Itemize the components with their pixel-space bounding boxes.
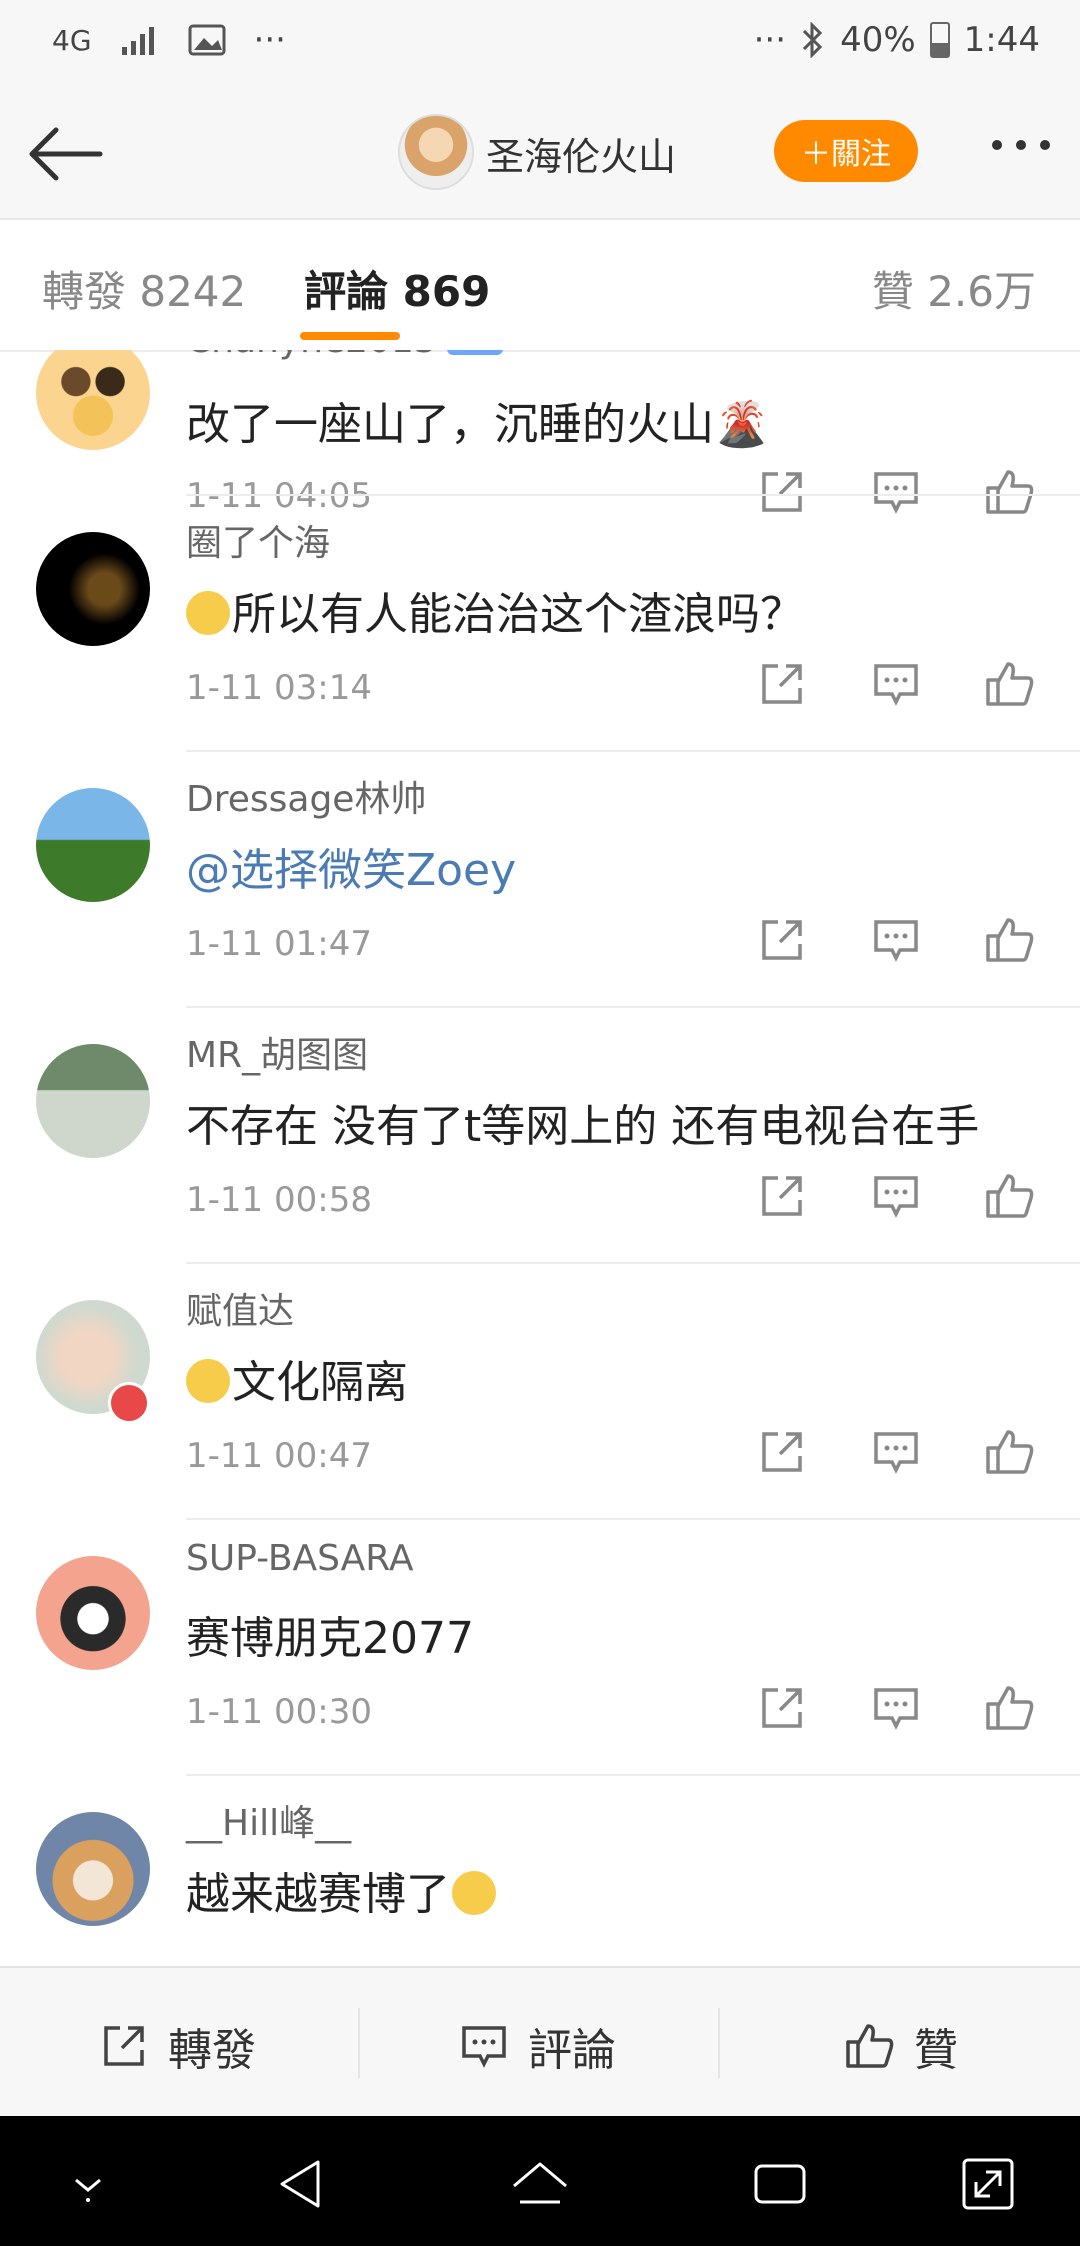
more-options-button[interactable] [992, 140, 1050, 150]
bottom-action-bar: 轉發 評論 贊 [0, 1966, 1080, 2118]
commenter-name[interactable]: SUP-BASARA [186, 1538, 413, 1579]
hide-keyboard-icon[interactable] [56, 2152, 120, 2216]
comment-list[interactable]: Chanyhe2013 改了一座山了，沉睡的火山🌋 1-11 04:05 圈了个… [0, 350, 1080, 1966]
tab-reposts[interactable]: 轉發 8242 [42, 258, 246, 319]
like-icon [846, 2024, 894, 2068]
home-nav-icon[interactable] [508, 2152, 572, 2216]
repost-icon [104, 2026, 144, 2066]
repost-icon[interactable] [756, 914, 808, 966]
repost-icon[interactable] [756, 1426, 808, 1478]
comment-time: 1-11 00:30 [186, 1692, 372, 1732]
commenter-avatar[interactable] [36, 788, 150, 902]
like-label: 贊 [914, 2025, 958, 2076]
tab-bar: 轉發 8242 評論 869 贊 2.6万 [0, 220, 1080, 352]
comment-text: 改了一座山了，沉睡的火山🌋 [186, 399, 769, 450]
repost-icon[interactable] [756, 1170, 808, 1222]
glasses-emoji-icon [452, 1871, 496, 1915]
vip-badge [446, 350, 503, 355]
commenter-avatar[interactable] [36, 1044, 150, 1158]
like-button[interactable]: 贊 [844, 2014, 958, 2078]
comment-text: 越来越赛博了 [186, 1858, 498, 1922]
thinking-emoji-icon [186, 1359, 230, 1403]
account-title[interactable]: 圣海伦火山 [486, 126, 676, 181]
separator [718, 2008, 720, 2078]
like-icon[interactable] [984, 1426, 1036, 1478]
verified-badge [108, 1382, 150, 1424]
battery-icon [929, 22, 950, 58]
back-nav-icon[interactable] [270, 2152, 334, 2216]
commenter-name[interactable]: 赋值达 [186, 1282, 294, 1334]
more-dot-icon [992, 140, 1002, 150]
comment-icon [462, 2026, 506, 2068]
repost-icon[interactable] [756, 1682, 808, 1734]
signal-icon [121, 27, 154, 55]
comment-time: 1-11 03:14 [186, 668, 372, 708]
recent-apps-icon[interactable] [748, 2152, 812, 2216]
follow-button[interactable]: ＋關注 [774, 120, 918, 182]
reply-icon[interactable] [870, 1426, 922, 1478]
doge-emoji-icon [186, 591, 230, 635]
back-button[interactable] [26, 118, 106, 190]
commenter-name[interactable]: Chanyhe2013 [186, 350, 503, 361]
system-nav-bar [0, 2116, 1080, 2246]
commenter-name[interactable]: 圈了个海 [186, 514, 330, 566]
commenter-avatar[interactable] [36, 350, 150, 450]
reply-icon[interactable] [870, 914, 922, 966]
comment-label: 評論 [528, 2025, 616, 2076]
top-nav: 圣海伦火山 ＋關注 [0, 90, 1080, 220]
commenter-avatar[interactable] [36, 1556, 150, 1670]
network-indicator: 4G [52, 23, 92, 57]
gallery-icon [188, 24, 226, 56]
more-dot-icon [1040, 140, 1050, 150]
status-bar: 4G ··· ··· 40% 1:44 [0, 0, 1080, 90]
repost-icon[interactable] [756, 658, 808, 710]
like-icon[interactable] [984, 658, 1036, 710]
comment-item: 圈了个海 所以有人能治治这个渣浪吗？ 1-11 03:14 [0, 496, 1080, 752]
reply-icon[interactable] [870, 1170, 922, 1222]
commenter-avatar[interactable] [36, 1812, 150, 1926]
comment-text: 所以有人能治治这个渣浪吗？ [186, 578, 804, 642]
expand-icon[interactable] [956, 2152, 1020, 2216]
commenter-name[interactable]: MR_胡图图 [186, 1026, 368, 1078]
reply-icon[interactable] [870, 658, 922, 710]
back-arrow-icon [29, 127, 103, 181]
comment-item: __Hill峰__ 越来越赛博了 [0, 1776, 1080, 1966]
battery-percent: 40% [840, 20, 916, 60]
comment-mention-link[interactable]: @选择微笑Zoey [186, 834, 516, 898]
bluetooth-icon [803, 22, 823, 58]
comment-time: 1-11 01:47 [186, 924, 372, 964]
comment-text: 文化隔离 [186, 1346, 408, 1410]
comment-time: 1-11 00:58 [186, 1180, 372, 1220]
more-dot-icon [1016, 140, 1026, 150]
clock: 1:44 [963, 20, 1040, 60]
notification-more-right: ··· [753, 20, 787, 60]
tab-likes[interactable]: 贊 2.6万 [872, 258, 1036, 319]
comment-item: Chanyhe2013 改了一座山了，沉睡的火山🌋 1-11 04:05 [0, 350, 1080, 516]
comment-item: MR_胡图图 不存在 没有了t等网上的 还有电视台在手 1-11 00:58 [0, 1008, 1080, 1264]
like-icon[interactable] [984, 1170, 1036, 1222]
separator [358, 2008, 360, 2078]
repost-button[interactable]: 轉發 [98, 2014, 256, 2078]
commenter-name[interactable]: Dressage林帅 [186, 770, 426, 822]
comment-button[interactable]: 評論 [458, 2014, 616, 2078]
commenter-name[interactable]: __Hill峰__ [186, 1794, 351, 1846]
comment-item: 赋值达 文化隔离 1-11 00:47 [0, 1264, 1080, 1520]
comment-text: 不存在 没有了t等网上的 还有电视台在手 [186, 1101, 980, 1152]
comment-text: 赛博朋克2077 [186, 1613, 474, 1664]
like-icon[interactable] [984, 1682, 1036, 1734]
repost-label: 轉發 [168, 2025, 256, 2076]
account-avatar[interactable] [398, 114, 474, 190]
commenter-avatar[interactable] [36, 532, 150, 646]
like-icon[interactable] [984, 914, 1036, 966]
notification-more: ··· [253, 20, 286, 60]
tab-comments[interactable]: 評論 869 [304, 258, 490, 319]
comment-item: Dressage林帅 @选择微笑Zoey 1-11 01:47 [0, 752, 1080, 1008]
reply-icon[interactable] [870, 1682, 922, 1734]
comment-time: 1-11 00:47 [186, 1436, 372, 1476]
comment-item: SUP-BASARA 赛博朋克2077 1-11 00:30 [0, 1520, 1080, 1776]
active-tab-indicator [300, 332, 400, 340]
